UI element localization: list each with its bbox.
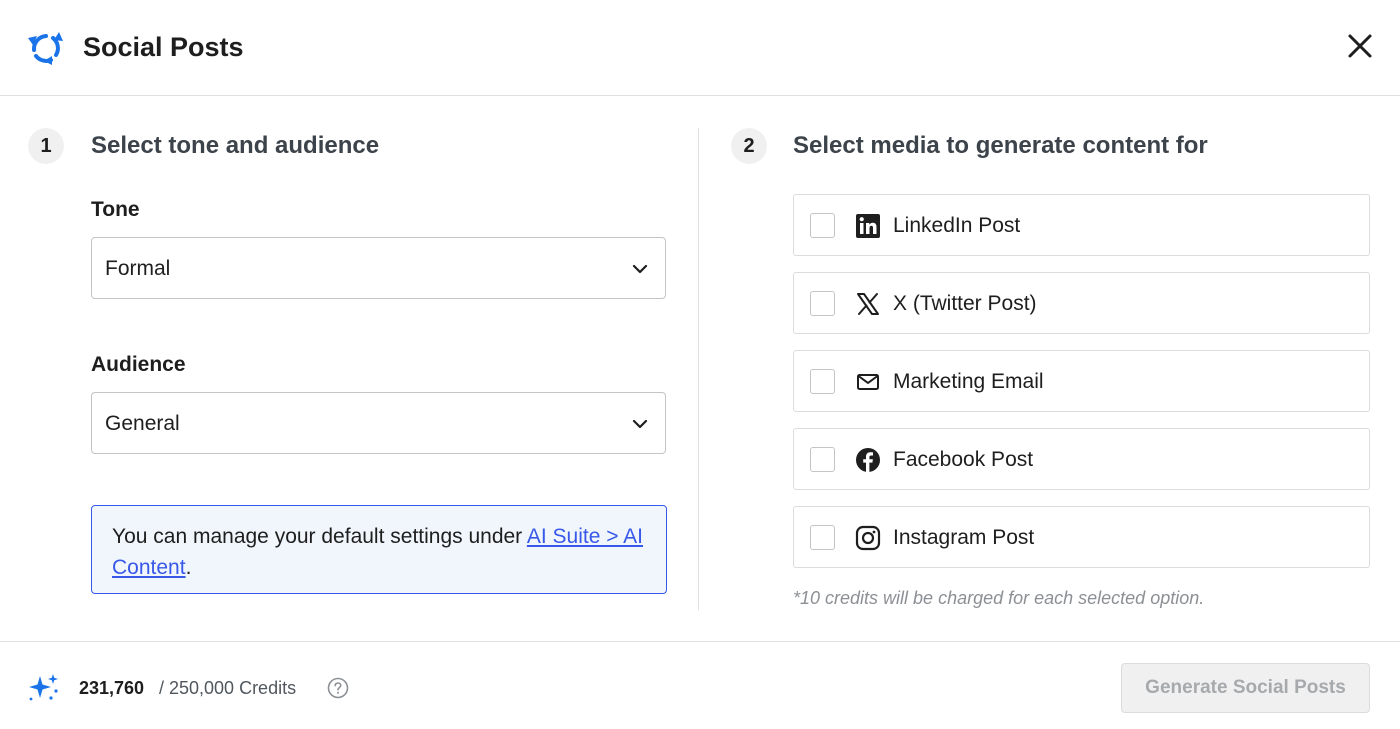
settings-notice: You can manage your default settings und… [91, 505, 667, 594]
linkedin-label: LinkedIn Post [893, 214, 1021, 237]
help-icon[interactable] [327, 677, 349, 699]
close-icon[interactable] [1344, 30, 1376, 62]
media-option-x[interactable]: X (Twitter Post) [793, 272, 1370, 334]
media-option-email[interactable]: Marketing Email [793, 350, 1370, 412]
envelope-icon [857, 374, 879, 390]
instagram-checkbox[interactable] [810, 525, 835, 550]
chevron-down-icon [632, 264, 648, 274]
credits-total: / 250,000 Credits [159, 678, 297, 698]
step-1-title: Select tone and audience [91, 132, 380, 159]
credits-charge-note: *10 credits will be charged for each sel… [793, 588, 1205, 608]
tone-select[interactable]: Formal [91, 237, 666, 299]
refresh-cycle-icon [28, 32, 63, 65]
audience-select[interactable]: General [91, 392, 666, 454]
tone-label: Tone [91, 198, 140, 221]
notice-suffix: . [185, 556, 192, 579]
chevron-down-icon [632, 419, 648, 429]
x-checkbox[interactable] [810, 291, 835, 316]
instagram-label: Instagram Post [893, 526, 1035, 549]
media-option-facebook[interactable]: Facebook Post [793, 428, 1370, 490]
instagram-icon [855, 525, 881, 551]
tone-select-value: Formal [105, 257, 171, 280]
credits-used: 231,760 [79, 678, 145, 698]
modal-header: Social Posts [0, 0, 1400, 96]
facebook-icon [856, 448, 880, 472]
step-2-title: Select media to generate content for [793, 132, 1208, 159]
notice-message: You can manage your default settings und… [112, 525, 527, 548]
email-checkbox[interactable] [810, 369, 835, 394]
x-twitter-icon [857, 293, 879, 315]
step-2-badge: 2 [731, 128, 767, 164]
facebook-label: Facebook Post [893, 448, 1034, 471]
sparkle-icon [29, 674, 58, 701]
audience-select-value: General [105, 412, 180, 435]
media-option-linkedin[interactable]: LinkedIn Post [793, 194, 1370, 256]
modal-footer: 231,760 / 250,000 Credits Generate Socia… [0, 641, 1400, 729]
facebook-checkbox[interactable] [810, 447, 835, 472]
linkedin-icon [856, 214, 880, 238]
email-label: Marketing Email [893, 370, 1044, 393]
linkedin-checkbox[interactable] [810, 213, 835, 238]
column-divider [698, 128, 699, 610]
generate-social-posts-button[interactable]: Generate Social Posts [1121, 663, 1370, 713]
step-1-badge: 1 [28, 128, 64, 164]
audience-label: Audience [91, 353, 186, 376]
x-label: X (Twitter Post) [893, 292, 1037, 315]
modal-title: Social Posts [83, 32, 244, 62]
settings-notice-text: You can manage your default settings und… [112, 521, 652, 583]
media-option-instagram[interactable]: Instagram Post [793, 506, 1370, 568]
